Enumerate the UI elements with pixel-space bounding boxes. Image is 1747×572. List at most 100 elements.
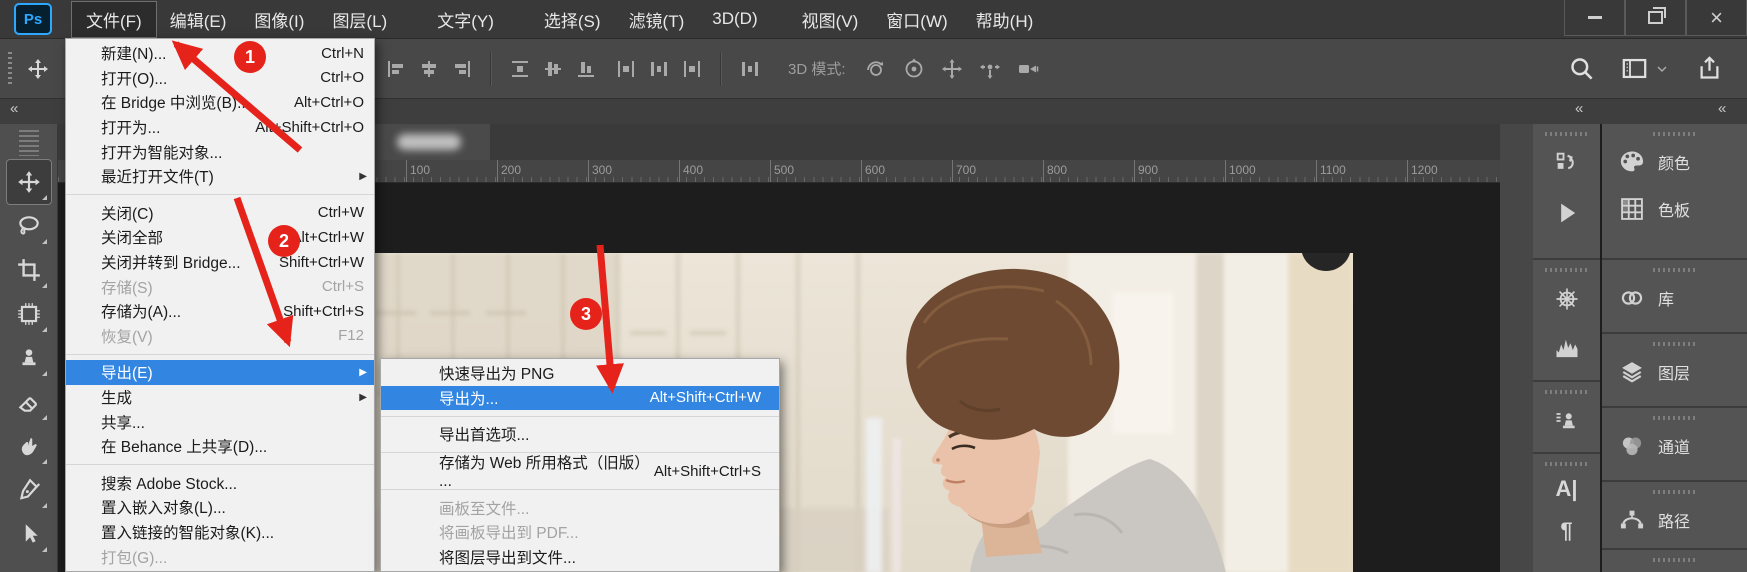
rail-card: 路径 [1602, 482, 1747, 548]
menu-item-place-embedded[interactable]: 置入嵌入对象(L)... [66, 495, 374, 520]
actions-play-icon[interactable] [1553, 199, 1581, 227]
distribute-spacing-icon[interactable] [738, 57, 762, 81]
threed-pan-icon[interactable] [940, 57, 964, 81]
menu-item-close-all[interactable]: 关闭全部Alt+Ctrl+W [66, 225, 374, 250]
menu-item-search-adobe-stock[interactable]: 搜索 Adobe Stock... [66, 471, 374, 496]
menu-item-save-as[interactable]: 存储为(A)...Shift+Ctrl+S [66, 299, 374, 324]
panel-button-swatches[interactable]: 色板 [1602, 185, 1747, 232]
menu-item-export-as[interactable]: 导出为...Alt+Shift+Ctrl+W [381, 386, 779, 411]
direct-selection-tool[interactable] [7, 512, 51, 556]
menu-item-save-for-web[interactable]: 存储为 Web 所用格式（旧版） ...Alt+Shift+Ctrl+S [381, 459, 779, 484]
menu-item-browse-bridge[interactable]: 在 Bridge 中浏览(B)...Alt+Ctrl+O [66, 90, 374, 115]
collapse-rail-icon[interactable]: « [1575, 100, 1584, 117]
photoshop-window: 100 200 300 400 500 600 700 800 900 1000… [0, 0, 1747, 572]
menu-item-recent-files[interactable]: 最近打开文件(T)▶ [66, 164, 374, 189]
align-right-icon[interactable] [450, 57, 474, 81]
threed-camera-icon[interactable] [1016, 57, 1040, 81]
menu-item-open-as[interactable]: 打开为...Alt+Shift+Ctrl+O [66, 115, 374, 140]
menu-select[interactable]: 选择(S) [530, 2, 615, 37]
collapse-tools-icon[interactable]: « [10, 100, 19, 117]
document-tab[interactable] [368, 124, 490, 160]
menu-item-artboards-to-files[interactable]: 画板至文件... [381, 495, 779, 520]
distribute-right-icon[interactable] [680, 57, 704, 81]
menu-item-place-linked[interactable]: 置入链接的智能对象(K)... [66, 520, 374, 545]
character-panel-icon[interactable]: A| [1553, 475, 1581, 503]
menu-layer[interactable]: 图层(L) [318, 2, 401, 37]
menu-item-revert[interactable]: 恢复(V)F12 [66, 324, 374, 349]
panel-drag-handle[interactable] [1545, 390, 1589, 394]
menu-item-quick-export-png[interactable]: 快速导出为 PNG [381, 361, 779, 386]
menu-item-close-goto-bridge[interactable]: 关闭并转到 Bridge...Shift+Ctrl+W [66, 250, 374, 275]
crop-tool[interactable] [7, 248, 51, 292]
panel-drag-handle[interactable] [1653, 490, 1697, 494]
panel-button-libraries[interactable]: 库 [1602, 274, 1747, 321]
menu-item-generate[interactable]: 生成▶ [66, 385, 374, 410]
clone-stamp-tool[interactable] [7, 336, 51, 380]
histogram-icon[interactable] [1553, 335, 1581, 363]
paragraph-panel-icon[interactable]: ¶ [1553, 517, 1581, 545]
workspace-switcher[interactable] [1621, 55, 1670, 82]
panel-drag-handle[interactable] [1545, 462, 1589, 466]
panel-drag-handle[interactable] [1653, 416, 1697, 420]
menu-item-export-preferences[interactable]: 导出首选项... [381, 422, 779, 447]
collapse-panels-icon[interactable]: « [1718, 100, 1727, 117]
menu-item-share[interactable]: 共享... [66, 409, 374, 434]
menu-item-open[interactable]: 打开(O)...Ctrl+O [66, 66, 374, 91]
menu-filter[interactable]: 滤镜(T) [615, 2, 699, 37]
panel-button-layers[interactable]: 图层 [1602, 348, 1747, 395]
minimize-button[interactable] [1564, 0, 1625, 36]
menu-item-package[interactable]: 打包(G)... [66, 544, 374, 569]
panel-drag-handle[interactable] [1545, 268, 1589, 272]
menu-window[interactable]: 窗口(W) [872, 2, 961, 37]
menu-item-export[interactable]: 导出(E)▶ [66, 360, 374, 385]
menu-item-open-smart-object[interactable]: 打开为智能对象... [66, 139, 374, 164]
pen-tool[interactable] [7, 468, 51, 512]
panel-drag-handle[interactable] [19, 130, 39, 156]
menu-item-artboards-to-pdf[interactable]: 将画板导出到 PDF... [381, 520, 779, 545]
threed-slide-icon[interactable] [978, 57, 1002, 81]
panel-drag-handle[interactable] [1653, 342, 1697, 346]
eraser-tool[interactable] [7, 380, 51, 424]
menu-image[interactable]: 图像(I) [240, 2, 318, 37]
menu-3d[interactable]: 3D(D) [698, 4, 771, 34]
panel-button-paths[interactable]: 路径 [1602, 496, 1747, 543]
menu-item-close[interactable]: 关闭(C)Ctrl+W [66, 201, 374, 226]
options-drag-handle[interactable] [8, 52, 12, 86]
search-icon[interactable] [1568, 55, 1595, 82]
menu-item-save[interactable]: 存储(S)Ctrl+S [66, 274, 374, 299]
menu-item-new[interactable]: 新建(N)...Ctrl+N [66, 41, 374, 66]
version-history-icon[interactable] [1553, 149, 1581, 177]
threed-roll-icon[interactable] [902, 57, 926, 81]
align-left-icon[interactable] [384, 57, 408, 81]
panel-drag-handle[interactable] [1653, 558, 1697, 562]
smudge-tool[interactable] [7, 424, 51, 468]
panel-button-channels[interactable]: 通道 [1602, 422, 1747, 469]
menu-type[interactable]: 文字(Y) [423, 2, 508, 37]
panel-drag-handle[interactable] [1545, 132, 1589, 136]
move-tool[interactable] [7, 160, 51, 204]
photoshop-logo[interactable]: Ps [14, 3, 52, 35]
threed-orbit-icon[interactable] [864, 57, 888, 81]
menu-view[interactable]: 视图(V) [788, 2, 873, 37]
menu-item-share-behance[interactable]: 在 Behance 上共享(D)... [66, 434, 374, 459]
learn-wheel-icon[interactable] [1553, 285, 1581, 313]
menu-item-layers-to-files[interactable]: 将图层导出到文件... [381, 545, 779, 570]
align-center-icon[interactable] [417, 57, 441, 81]
distribute-left-icon[interactable] [614, 57, 638, 81]
share-icon[interactable] [1696, 55, 1723, 82]
panel-drag-handle[interactable] [1653, 268, 1697, 272]
distribute-top-icon[interactable] [508, 57, 532, 81]
panel-drag-handle[interactable] [1653, 132, 1697, 136]
panel-button-color[interactable]: 颜色 [1602, 138, 1747, 185]
frame-tool[interactable] [7, 292, 51, 336]
close-button[interactable]: × [1686, 0, 1747, 36]
menu-file[interactable]: 文件(F) [72, 2, 156, 37]
clone-source-icon[interactable] [1553, 407, 1581, 435]
restore-button[interactable] [1625, 0, 1686, 36]
distribute-hcenter-icon[interactable] [647, 57, 671, 81]
distribute-vcenter-icon[interactable] [541, 57, 565, 81]
menu-edit[interactable]: 编辑(E) [156, 2, 241, 37]
distribute-bottom-icon[interactable] [574, 57, 598, 81]
lasso-tool[interactable] [7, 204, 51, 248]
menu-help[interactable]: 帮助(H) [962, 2, 1048, 37]
